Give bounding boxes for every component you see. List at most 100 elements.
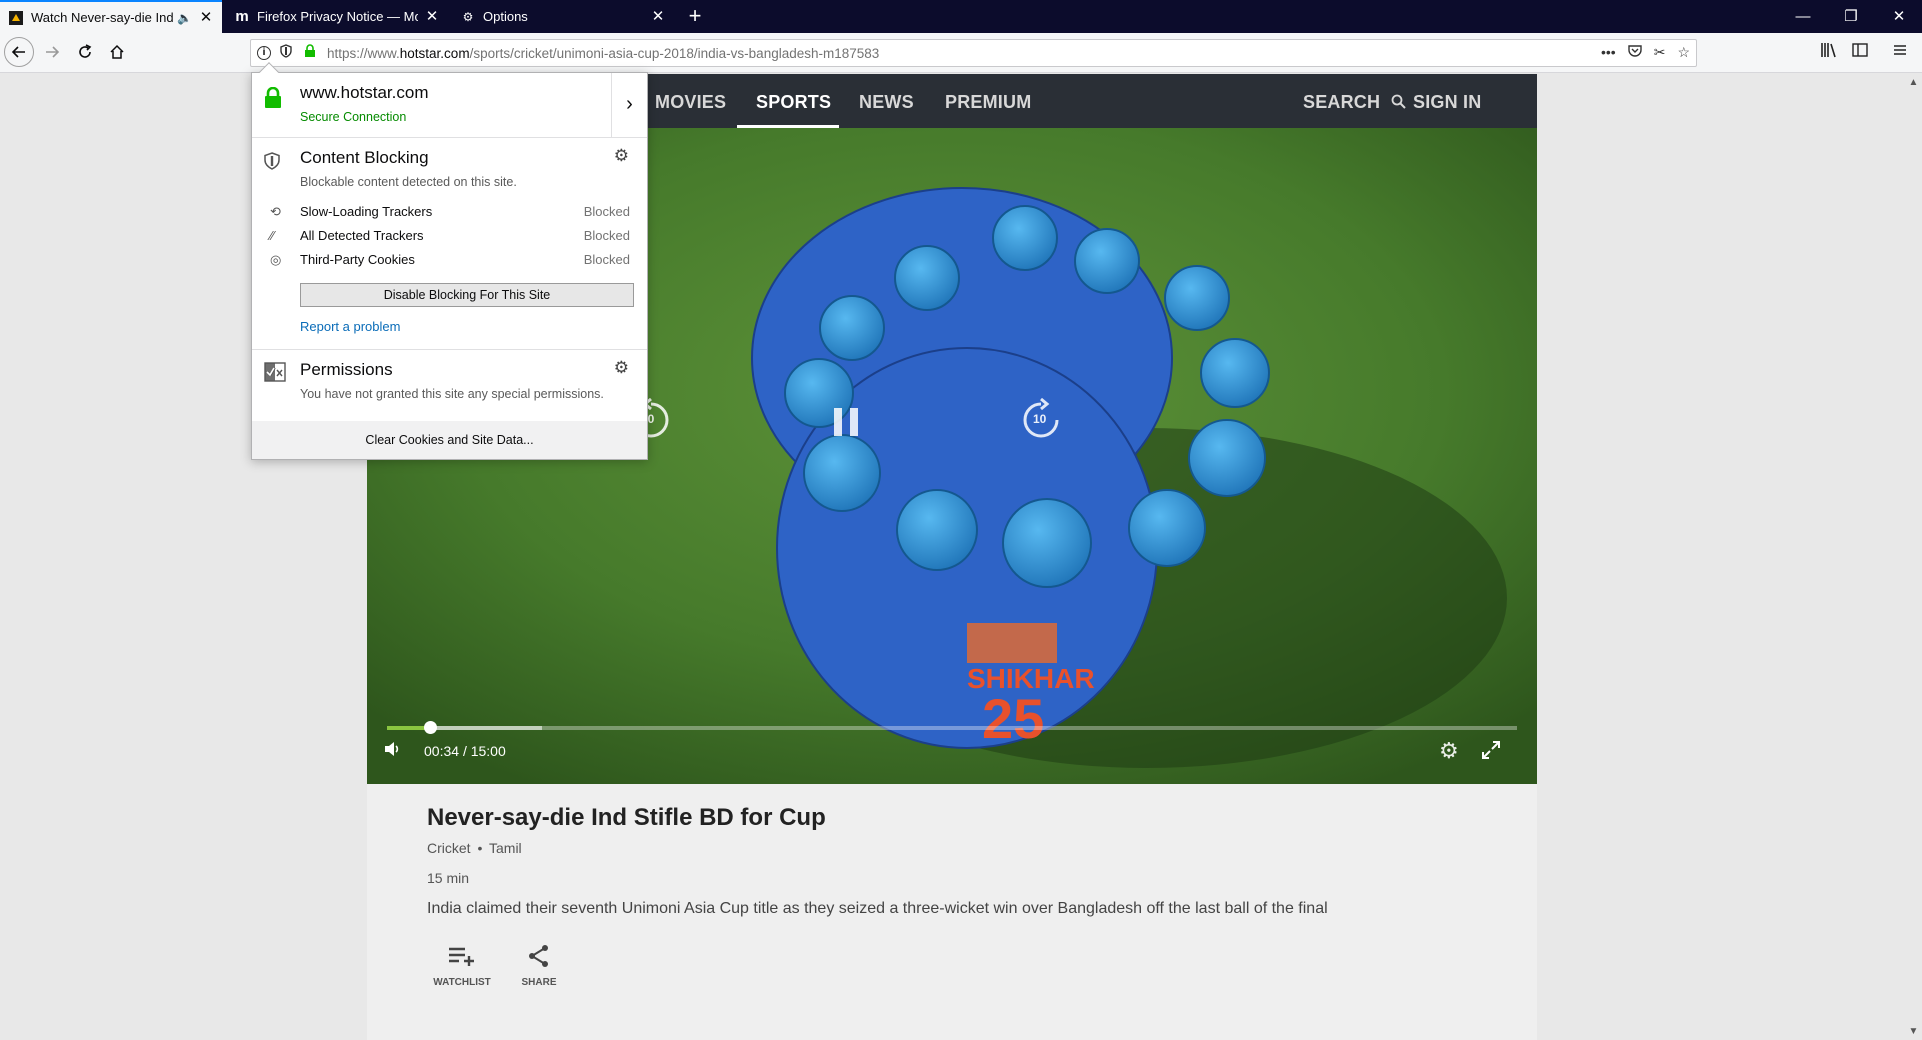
home-button[interactable] xyxy=(103,38,131,66)
reload-button[interactable] xyxy=(71,38,99,66)
scroll-thumb[interactable] xyxy=(1909,94,1918,1014)
nav-news[interactable]: NEWS xyxy=(859,92,914,113)
permissions-subtitle: You have not granted this site any speci… xyxy=(300,387,604,401)
tab-options[interactable]: ⚙ Options ✕ xyxy=(452,0,674,33)
url-host: hotstar.com xyxy=(399,45,470,61)
tab-title: Firefox Privacy Notice — Mozil xyxy=(257,9,418,24)
content-blocking-settings-icon[interactable]: ⚙ xyxy=(614,146,629,166)
row-state: Blocked xyxy=(583,228,630,243)
back-button[interactable] xyxy=(4,37,34,67)
row-state: Blocked xyxy=(583,252,630,267)
pocket-icon[interactable] xyxy=(1628,44,1642,61)
fullscreen-icon[interactable] xyxy=(1481,740,1501,765)
add-to-list-icon xyxy=(427,944,497,975)
tab-title: Watch Never-say-die Ind Sti xyxy=(31,10,174,25)
row-label: Third-Party Cookies xyxy=(300,252,415,267)
current-time: 00:34 xyxy=(424,743,460,759)
connection-status: Secure Connection xyxy=(300,110,407,124)
bookmark-star-icon[interactable]: ☆ xyxy=(1677,44,1690,61)
scroll-up-icon[interactable]: ▲ xyxy=(1905,74,1922,91)
screenshot-icon[interactable]: ✂ xyxy=(1654,44,1666,61)
nav-sports[interactable]: SPORTS xyxy=(756,92,831,113)
site-identity-popup: www.hotstar.com Secure Connection › Cont… xyxy=(251,62,648,460)
row-state: Blocked xyxy=(583,204,630,219)
close-window-button[interactable]: ✕ xyxy=(1876,0,1922,33)
secure-lock-icon xyxy=(264,86,282,114)
tab-strip: Watch Never-say-die Ind Sti 🔈 ✕ m Firefo… xyxy=(0,0,1922,33)
tab-hotstar[interactable]: Watch Never-say-die Ind Sti 🔈 ✕ xyxy=(0,0,222,33)
tag-separator: • xyxy=(477,840,483,856)
page-actions-icon[interactable]: ••• xyxy=(1601,44,1616,61)
permissions-settings-icon[interactable]: ⚙ xyxy=(614,358,629,378)
chevron-right-icon[interactable]: › xyxy=(611,73,647,137)
share-label: SHARE xyxy=(521,977,557,988)
site-host: www.hotstar.com xyxy=(300,83,429,102)
content-blocking-section: Content Blocking ⚙ Blockable content det… xyxy=(252,138,647,350)
content-blocking-subtitle: Blockable content detected on this site. xyxy=(300,175,517,189)
settings-gear-icon[interactable]: ⚙ xyxy=(1439,738,1459,764)
sidebar-icon[interactable] xyxy=(1852,42,1868,63)
library-icon[interactable] xyxy=(1820,42,1838,63)
watchlist-button[interactable]: WATCHLIST xyxy=(427,944,497,988)
total-time: 15:00 xyxy=(470,743,506,759)
navigation-toolbar: i https://www.hotstar.com/sports/cricket… xyxy=(0,33,1922,73)
close-tab-icon[interactable]: ✕ xyxy=(424,8,440,25)
close-tab-icon[interactable]: ✕ xyxy=(650,8,666,25)
report-problem-link[interactable]: Report a problem xyxy=(300,319,400,334)
url-prefix: https://www. xyxy=(327,45,400,61)
shield-icon xyxy=(264,152,280,175)
language-tag[interactable]: Tamil xyxy=(489,840,522,856)
lock-icon[interactable] xyxy=(301,44,319,62)
hotstar-favicon xyxy=(8,10,24,26)
mozilla-favicon: m xyxy=(235,8,249,25)
tab-title: Options xyxy=(483,9,528,24)
category-tag[interactable]: Cricket xyxy=(427,840,471,856)
permissions-icon xyxy=(264,362,286,387)
volume-icon[interactable] xyxy=(383,740,401,763)
row-label: All Detected Trackers xyxy=(300,228,424,243)
page-scrollbar[interactable]: ▲ ▼ xyxy=(1905,74,1922,1040)
blocking-row-slow-trackers: ⟲ Slow-Loading Trackers Blocked xyxy=(270,204,630,219)
info-icon[interactable]: i xyxy=(257,46,271,60)
jersey-number: 25 xyxy=(982,687,1044,750)
menu-icon[interactable] xyxy=(1892,42,1908,63)
security-section[interactable]: www.hotstar.com Secure Connection › xyxy=(252,73,647,138)
nav-premium[interactable]: PREMIUM xyxy=(945,92,1031,113)
cookie-icon: ◎ xyxy=(270,252,282,267)
restore-button[interactable]: ❐ xyxy=(1828,0,1874,33)
scroll-down-icon[interactable]: ▼ xyxy=(1905,1023,1922,1040)
nav-movies[interactable]: MOVIES xyxy=(655,92,726,113)
share-button[interactable]: SHARE xyxy=(504,944,574,988)
permissions-section: Permissions ⚙ You have not granted this … xyxy=(252,350,647,422)
speaker-icon[interactable]: 🔈 xyxy=(177,11,192,25)
video-description: India claimed their seventh Unimoni Asia… xyxy=(427,900,1328,917)
trackers-icon: ⁄⁄ xyxy=(270,228,275,243)
time-display: 00:34 / 15:00 xyxy=(424,743,506,759)
clear-cookies-button[interactable]: Clear Cookies and Site Data... xyxy=(252,421,647,459)
forward-10-button[interactable]: 10 xyxy=(1019,397,1063,447)
search-link[interactable]: SEARCH xyxy=(1303,92,1407,113)
url-bar[interactable]: i https://www.hotstar.com/sports/cricket… xyxy=(250,39,1697,67)
disable-blocking-button[interactable]: Disable Blocking For This Site xyxy=(300,283,634,307)
content-blocking-heading: Content Blocking xyxy=(300,148,429,167)
blocking-row-cookies: ◎ Third-Party Cookies Blocked xyxy=(270,252,630,267)
tab-privacy-notice[interactable]: m Firefox Privacy Notice — Mozil ✕ xyxy=(226,0,448,33)
blocking-row-all-trackers: ⁄⁄ All Detected Trackers Blocked xyxy=(270,228,630,243)
time-separator: / xyxy=(462,743,467,759)
close-tab-icon[interactable]: ✕ xyxy=(198,9,214,26)
seek-bar[interactable] xyxy=(387,721,1517,734)
forward-seconds: 10 xyxy=(1033,412,1047,426)
gear-icon: ⚙ xyxy=(462,9,474,24)
share-icon xyxy=(504,944,574,975)
watchlist-label: WATCHLIST xyxy=(433,977,491,988)
search-icon xyxy=(1385,92,1407,112)
sign-in-link[interactable]: SIGN IN xyxy=(1413,92,1481,113)
new-tab-button[interactable]: + xyxy=(680,0,710,33)
pause-button[interactable] xyxy=(832,406,860,443)
seek-thumb[interactable] xyxy=(423,721,437,734)
video-meta: Never-say-die Ind Stifle BD for Cup Cric… xyxy=(427,804,1477,918)
minimize-button[interactable]: — xyxy=(1780,0,1826,33)
url-text[interactable]: https://www.hotstar.com/sports/cricket/u… xyxy=(327,46,879,61)
forward-button[interactable] xyxy=(38,38,66,66)
tracking-shield-icon[interactable] xyxy=(277,44,295,62)
